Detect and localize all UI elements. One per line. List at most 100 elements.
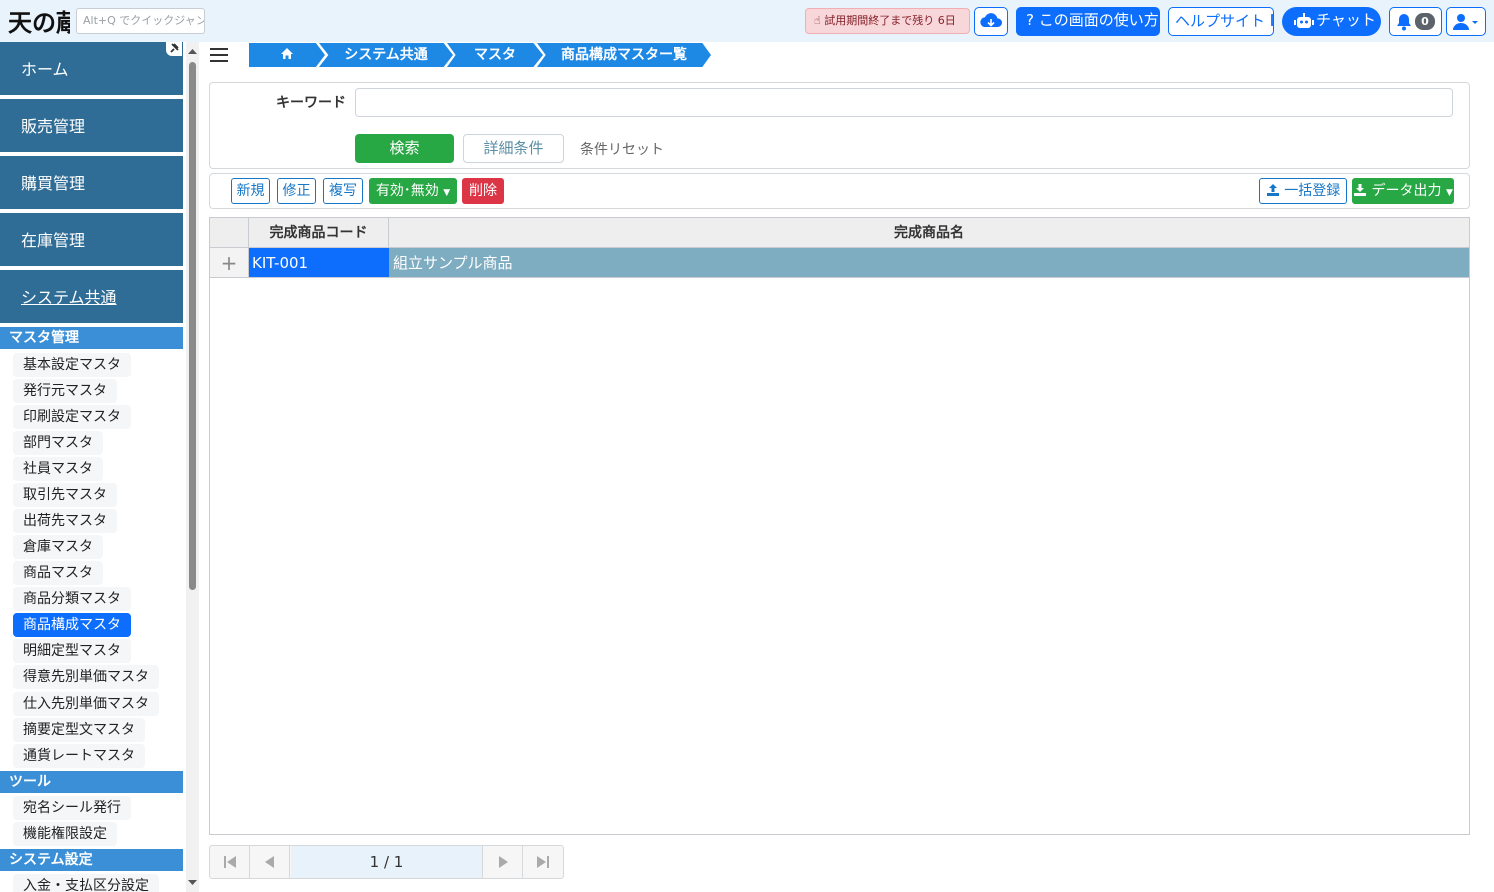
reset-conditions-link[interactable]: 条件リセット [580,139,664,159]
sidebar-subitem[interactable]: 社員マスタ [13,457,103,481]
sidebar-subitem[interactable]: 通貨レートマスタ [13,744,145,768]
pointer-icon: ☝ [814,14,821,27]
breadcrumb-item[interactable]: システム共通 [319,43,453,67]
caret-down-icon: ▼ [1445,188,1453,198]
sidebar-subitem[interactable]: 発行元マスタ [13,379,117,403]
breadcrumb-home[interactable] [249,43,325,67]
sidebar-item-home[interactable]: ホーム [0,42,183,97]
bulk-register-label: 一括登録 [1284,183,1341,199]
scroll-down-icon [188,880,197,885]
section-tools: ツール [0,771,183,793]
sidebar-item-inventory[interactable]: 在庫管理 [0,213,183,268]
sidebar-item-purchasing[interactable]: 購買管理 [0,156,183,211]
external-link-icon [1270,14,1273,26]
quick-jump-input[interactable]: Alt+Q でクイックジャンプ [76,8,205,34]
grid-header-name[interactable]: 完成商品名 [389,218,1469,248]
next-page-icon [499,856,508,868]
sidebar-item-sales[interactable]: 販売管理 [0,99,183,154]
section-master-management: マスタ管理 [0,327,183,349]
sidebar-subitem[interactable]: 入金・支払区分設定 [13,874,159,892]
sidebar-subitem-active[interactable]: 商品構成マスタ [13,613,131,637]
howto-label: この画面の使い方 [1038,11,1159,29]
breadcrumb-current: 商品構成マスター覧 [537,43,711,67]
cloud-download-icon [980,13,1003,27]
valid-toggle-label: 有効･無効 [375,183,439,199]
keyword-label: キーワード [276,95,346,111]
sidebar: ホーム 販売管理 購買管理 在庫管理 システム共通 マスタ管理 基本設定マスタ … [0,42,186,892]
sidebar-subitem[interactable]: 部門マスタ [13,431,103,455]
sidebar-item-label: システム共通 [21,288,117,307]
table-cell-code[interactable]: KIT-001 [249,248,389,278]
help-site-label: ヘルプサイト [1175,12,1266,30]
notification-button[interactable]: 0 [1389,7,1442,36]
keyword-input[interactable] [355,88,1453,117]
master-grid: 完成商品コード 完成商品名 + KIT-001 組立サンプル商品 [209,217,1470,835]
upload-icon [1266,184,1279,196]
trial-notice[interactable]: ☝ 試用期間終了まで残り 6日 [805,8,970,34]
pager: 1 / 1 [209,845,564,879]
help-site-button[interactable]: ヘルプサイト [1168,7,1274,36]
sidebar-subitem[interactable]: 商品マスタ [13,561,103,585]
bulk-register-button[interactable]: 一括登録 [1259,178,1347,204]
last-page-icon [537,856,549,868]
chat-label: チャット [1316,11,1376,29]
pin-icon [170,43,179,53]
edit-button[interactable]: 修正 [277,178,316,204]
scrollbar-thumb[interactable] [189,62,196,590]
new-button[interactable]: 新規 [231,178,270,204]
trial-notice-text: 試用期間終了まで残り 6日 [824,14,956,27]
grid-header-code[interactable]: 完成商品コード [249,218,389,248]
svg-text:天の蔵: 天の蔵 [8,8,70,37]
data-export-dropdown[interactable]: データ出力 ▼ [1352,178,1454,204]
app-logo[interactable]: 天の蔵 [6,4,70,38]
user-menu-button[interactable] [1446,7,1486,36]
table-cell-name[interactable]: 組立サンプル商品 [389,248,1469,278]
sidebar-pin[interactable] [166,42,182,56]
scroll-up-icon [188,49,197,54]
user-icon [1453,14,1478,30]
howto-button[interactable]: ? この画面の使い方 [1016,7,1160,36]
bell-icon [1397,14,1411,31]
sidebar-subitem[interactable]: 機能権限設定 [13,822,117,846]
grid-header-expander [210,218,249,248]
sidebar-subitem[interactable]: 摘要定型文マスタ [13,718,145,742]
download-button[interactable] [974,7,1008,36]
last-page-button[interactable] [523,846,563,878]
sidebar-subitem[interactable]: 得意先別単価マスタ [13,665,159,689]
sidebar-item-system-common[interactable]: システム共通 [0,270,183,325]
valid-toggle-dropdown[interactable]: 有効･無効 ▼ [369,178,457,204]
chat-button[interactable]: チャット [1282,7,1381,36]
prev-page-button[interactable] [250,846,290,878]
notification-count-badge: 0 [1415,13,1435,30]
breadcrumb-item[interactable]: マスタ [447,43,543,67]
data-export-label: データ出力 [1371,183,1442,199]
delete-button[interactable]: 削除 [462,178,504,204]
sidebar-subitem[interactable]: 倉庫マスタ [13,535,103,559]
row-expand-icon[interactable]: + [210,248,249,278]
search-button[interactable]: 検索 [355,134,454,163]
sidebar-subitem[interactable]: 出荷先マスタ [13,509,117,533]
sidebar-item-label: ホーム [21,60,69,79]
detail-conditions-button[interactable]: 詳細条件 [463,134,564,163]
first-page-icon [224,856,236,868]
menu-toggle-icon[interactable] [210,48,228,62]
robot-icon [1294,13,1314,28]
caret-down-icon: ▼ [443,188,451,198]
sidebar-scrollbar[interactable] [186,42,199,892]
download-icon [1354,184,1367,196]
sidebar-subitem[interactable]: 仕入先別単価マスタ [13,692,159,716]
home-icon [281,48,293,59]
next-page-button[interactable] [483,846,523,878]
sidebar-subitem[interactable]: 宛名シール発行 [13,796,131,820]
section-system-settings: システム設定 [0,849,183,871]
sidebar-subitem[interactable]: 明細定型マスタ [13,639,131,663]
action-toolbar: 新規 修正 複写 有効･無効 ▼ 削除 一括登録 データ出力 ▼ [209,173,1470,209]
sidebar-subitem[interactable]: 商品分類マスタ [13,587,131,611]
first-page-button[interactable] [210,846,250,878]
sidebar-subitem[interactable]: 取引先マスタ [13,483,117,507]
sidebar-subitem[interactable]: 基本設定マスタ [13,353,131,377]
copy-button[interactable]: 複写 [323,178,363,204]
sidebar-item-label: 在庫管理 [21,231,86,250]
top-bar: 天の蔵 Alt+Q でクイックジャンプ ☝ 試用期間終了まで残り 6日 ? この… [0,0,1494,42]
sidebar-subitem[interactable]: 印刷設定マスタ [13,405,131,429]
